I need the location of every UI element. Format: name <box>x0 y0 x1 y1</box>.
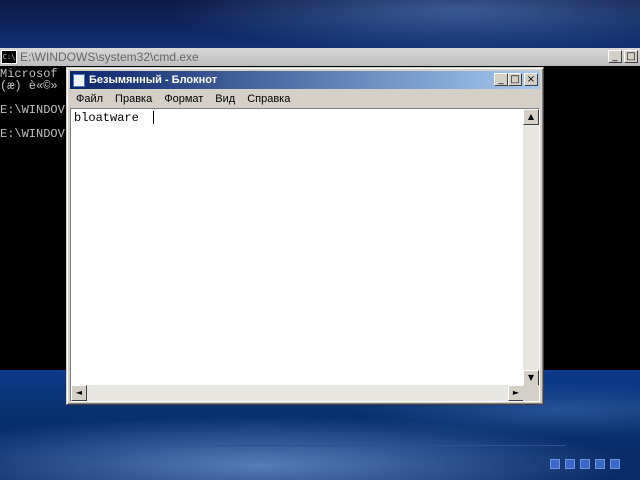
cmd-window-title: E:\WINDOWS\system32\cmd.exe <box>20 50 199 64</box>
menu-view[interactable]: Вид <box>209 93 241 105</box>
console-icon: C:\ <box>1 50 17 64</box>
scroll-left-arrow-icon[interactable]: ◄ <box>71 385 87 401</box>
horizontal-scrollbar[interactable]: ◄ ► <box>71 385 524 401</box>
notepad-titlebar[interactable]: Безымянный - Блокнот _ □ × <box>70 71 540 89</box>
scrollbar-corner <box>523 385 539 401</box>
notepad-icon <box>73 73 85 87</box>
menu-format[interactable]: Формат <box>158 93 209 105</box>
cmd-titlebar[interactable]: C:\ E:\WINDOWS\system32\cmd.exe _ □ <box>0 48 640 66</box>
text-caret <box>153 111 154 124</box>
console-line: (æ) è«©» <box>0 79 58 93</box>
desktop-background-top <box>0 0 640 48</box>
notepad-window-title: Безымянный - Блокнот <box>89 74 218 86</box>
boot-dot <box>550 459 560 469</box>
boot-dot <box>580 459 590 469</box>
scroll-up-arrow-icon[interactable]: ▲ <box>523 109 539 125</box>
cmd-maximize-button[interactable]: □ <box>624 50 638 63</box>
menu-edit[interactable]: Правка <box>109 93 158 105</box>
notepad-window[interactable]: Безымянный - Блокнот _ □ × Файл Правка Ф… <box>66 67 544 405</box>
console-line: E:\WINDOV <box>0 103 65 117</box>
menu-help[interactable]: Справка <box>241 93 296 105</box>
notepad-close-button[interactable]: × <box>524 73 538 86</box>
boot-progress-line <box>216 445 566 446</box>
notepad-minimize-button[interactable]: _ <box>494 73 508 86</box>
vertical-scrollbar[interactable]: ▲ ▼ <box>523 109 539 386</box>
notepad-menubar: Файл Правка Формат Вид Справка <box>70 90 540 108</box>
notepad-maximize-button[interactable]: □ <box>508 73 522 86</box>
cmd-minimize-button[interactable]: _ <box>608 50 622 63</box>
console-line: E:\WINDOV <box>0 127 65 141</box>
boot-dot <box>595 459 605 469</box>
boot-progress-dots <box>550 459 620 469</box>
scroll-down-arrow-icon[interactable]: ▼ <box>523 370 539 386</box>
boot-dot <box>565 459 575 469</box>
notepad-text-content: bloatware <box>74 111 147 125</box>
boot-dot <box>610 459 620 469</box>
notepad-text-area[interactable]: bloatware ▲ ▼ ◄ ► <box>70 108 540 402</box>
menu-file[interactable]: Файл <box>70 93 109 105</box>
scroll-right-arrow-icon[interactable]: ► <box>508 385 524 401</box>
